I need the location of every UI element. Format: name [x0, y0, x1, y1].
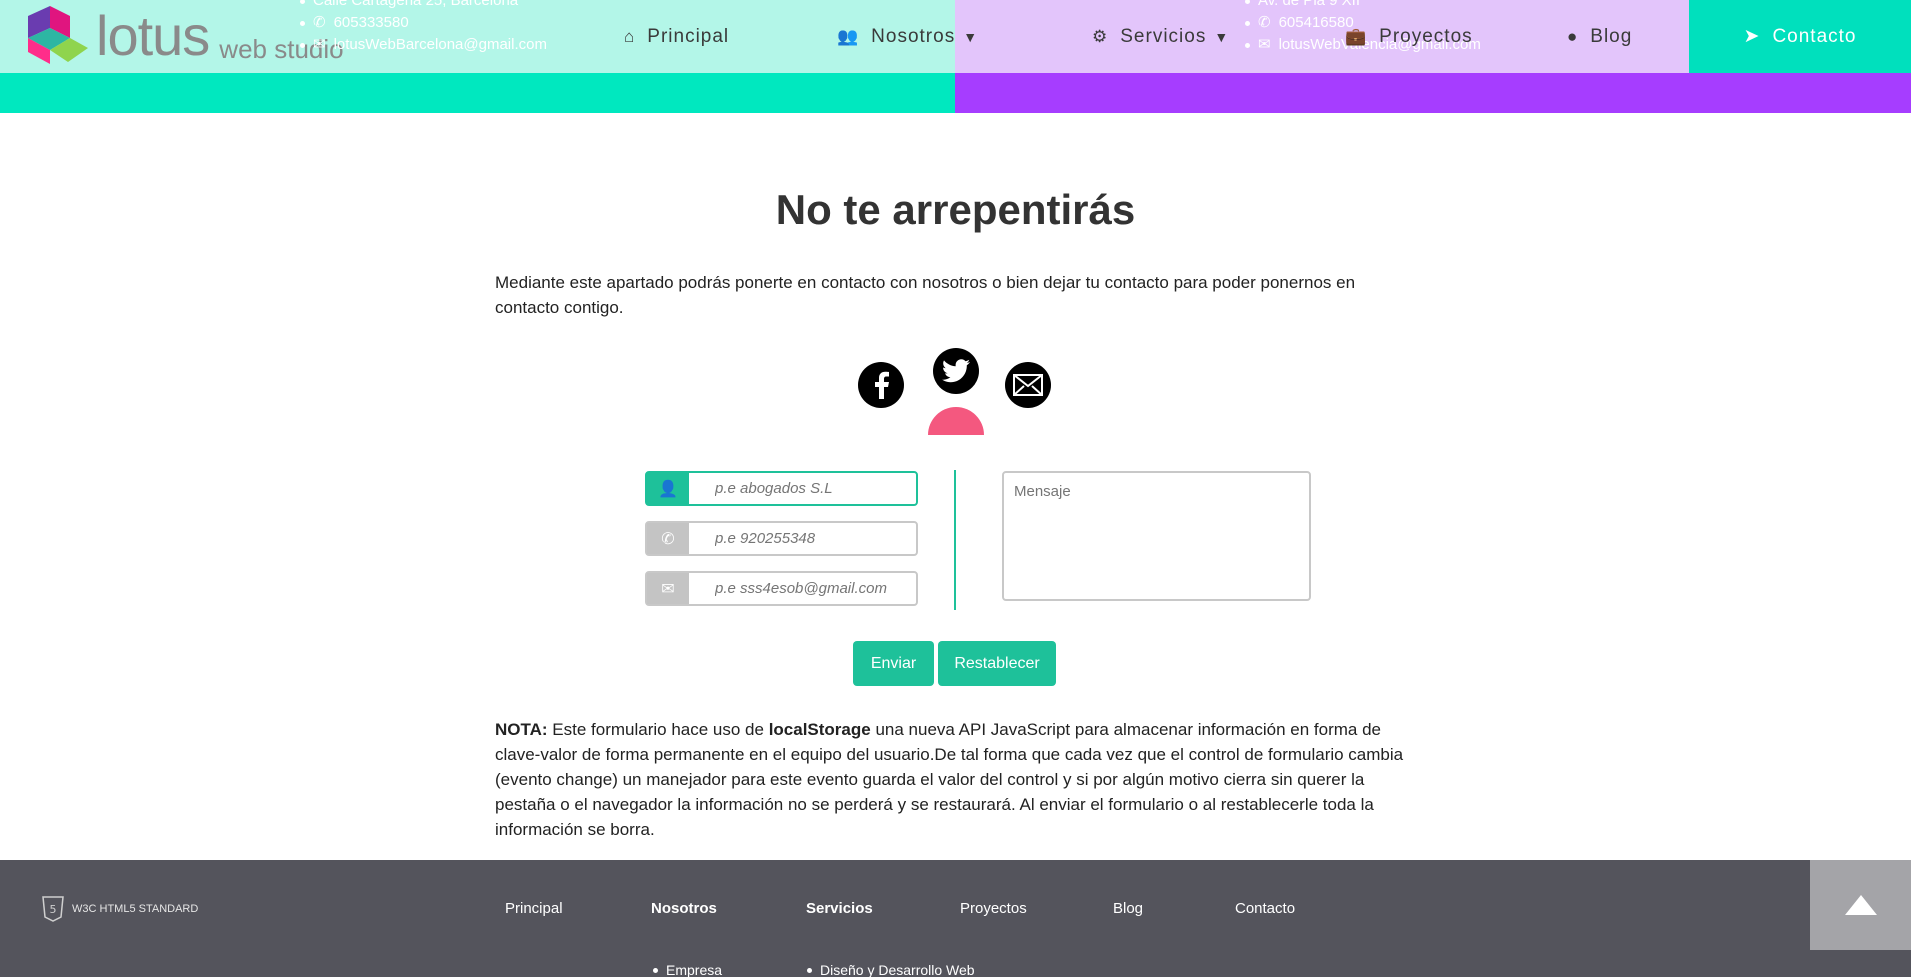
- active-indicator: [928, 407, 984, 435]
- header-left-band: [0, 73, 955, 113]
- footer-nav-nosotros[interactable]: Nosotros: [651, 900, 717, 917]
- phone-icon: ✆: [647, 523, 689, 554]
- page: lotus web studio Calle Cartagena 25, Bar…: [0, 0, 1911, 977]
- facebook-icon: [858, 362, 904, 408]
- mail-icon: ✉: [1258, 36, 1271, 53]
- nav-proyectos[interactable]: 💼 Proyectos: [1345, 0, 1473, 73]
- footer-nav-proyectos[interactable]: Proyectos: [960, 900, 1027, 917]
- phone-field: ✆: [645, 521, 918, 556]
- footer-nav-principal[interactable]: Principal: [505, 900, 563, 917]
- nav-servicios[interactable]: ⚙ Servicios ▼: [1092, 0, 1229, 73]
- users-icon: 👥: [837, 26, 860, 46]
- footer-nav-servicios[interactable]: Servicios: [806, 900, 873, 917]
- note-text: NOTA: Este formulario hace uso de localS…: [495, 717, 1420, 842]
- mail-icon: ✉: [313, 36, 326, 53]
- html5-icon: 5: [42, 896, 64, 922]
- phone-input[interactable]: [689, 523, 916, 554]
- contact-email[interactable]: lotusWebBarcelona@gmail.com: [334, 34, 547, 56]
- page-title: No te arrepentirás: [775, 186, 1136, 233]
- submit-button[interactable]: Enviar: [853, 641, 934, 686]
- nav-contacto[interactable]: ➤ Contacto: [1689, 0, 1911, 73]
- footer-sub-empresa[interactable]: Empresa: [653, 962, 722, 977]
- twitter-icon: [933, 348, 979, 394]
- name-field: 👤: [645, 471, 918, 506]
- facebook-link[interactable]: [858, 362, 904, 408]
- nav-blog[interactable]: ● Blog: [1567, 0, 1632, 73]
- footer-sub-diseno[interactable]: Diseño y Desarrollo Web: [807, 962, 975, 977]
- nav-principal[interactable]: ⌂ Principal: [624, 0, 729, 73]
- note-label: NOTA:: [495, 720, 548, 739]
- svg-text:5: 5: [50, 903, 57, 916]
- intro-text: Mediante este apartado podrás ponerte en…: [495, 273, 1356, 317]
- contact-phone: 605416580: [1278, 14, 1354, 31]
- gears-icon: ⚙: [1092, 26, 1109, 46]
- contact-block-left: Calle Cartagena 25, Barcelona ✆ 605333580…: [300, 0, 547, 56]
- note-strong: localStorage: [768, 720, 871, 739]
- phone-icon: ✆: [1258, 14, 1271, 31]
- email-input[interactable]: [689, 573, 916, 604]
- email-field: ✉: [645, 571, 918, 606]
- html5-badge-text: W3C HTML5 STANDARD: [72, 903, 199, 915]
- user-icon: ●: [1567, 26, 1579, 46]
- caret-down-icon: ▼: [1214, 28, 1230, 45]
- paper-plane-icon: ➤: [1743, 26, 1761, 47]
- mail-icon: ✉: [647, 573, 689, 604]
- briefcase-icon: 💼: [1345, 26, 1368, 46]
- arrow-up-icon: [1844, 895, 1877, 915]
- caret-down-icon: ▼: [963, 28, 979, 45]
- footer-nav-contacto[interactable]: Contacto: [1235, 900, 1295, 917]
- contact-phone: 605333580: [333, 14, 409, 31]
- twitter-link[interactable]: [933, 348, 979, 394]
- user-icon: 👤: [647, 473, 689, 504]
- contact-address: Calle Cartagena 25, Barcelona: [313, 0, 519, 9]
- back-to-top-button[interactable]: [1810, 860, 1911, 950]
- lotus-logo-icon: [28, 6, 88, 64]
- email-icon: [1005, 362, 1051, 408]
- header-right-band: [955, 73, 1911, 113]
- name-input[interactable]: [689, 473, 916, 504]
- reset-button[interactable]: Restablecer: [938, 641, 1056, 686]
- logo-text: lotus: [96, 4, 210, 67]
- phone-icon: ✆: [313, 14, 326, 31]
- home-icon: ⌂: [624, 26, 636, 46]
- logo[interactable]: lotus web studio: [28, 4, 344, 64]
- html5-badge[interactable]: 5 W3C HTML5 STANDARD: [42, 896, 198, 922]
- nav-nosotros[interactable]: 👥 Nosotros ▼: [837, 0, 978, 73]
- form-divider: [954, 470, 956, 610]
- footer-nav-blog[interactable]: Blog: [1113, 900, 1143, 917]
- email-link[interactable]: [1005, 362, 1051, 408]
- message-textarea[interactable]: [1002, 471, 1311, 601]
- footer: 5 W3C HTML5 STANDARD Principal Nosotros …: [0, 860, 1911, 977]
- note-part1: Este formulario hace uso de: [547, 720, 769, 739]
